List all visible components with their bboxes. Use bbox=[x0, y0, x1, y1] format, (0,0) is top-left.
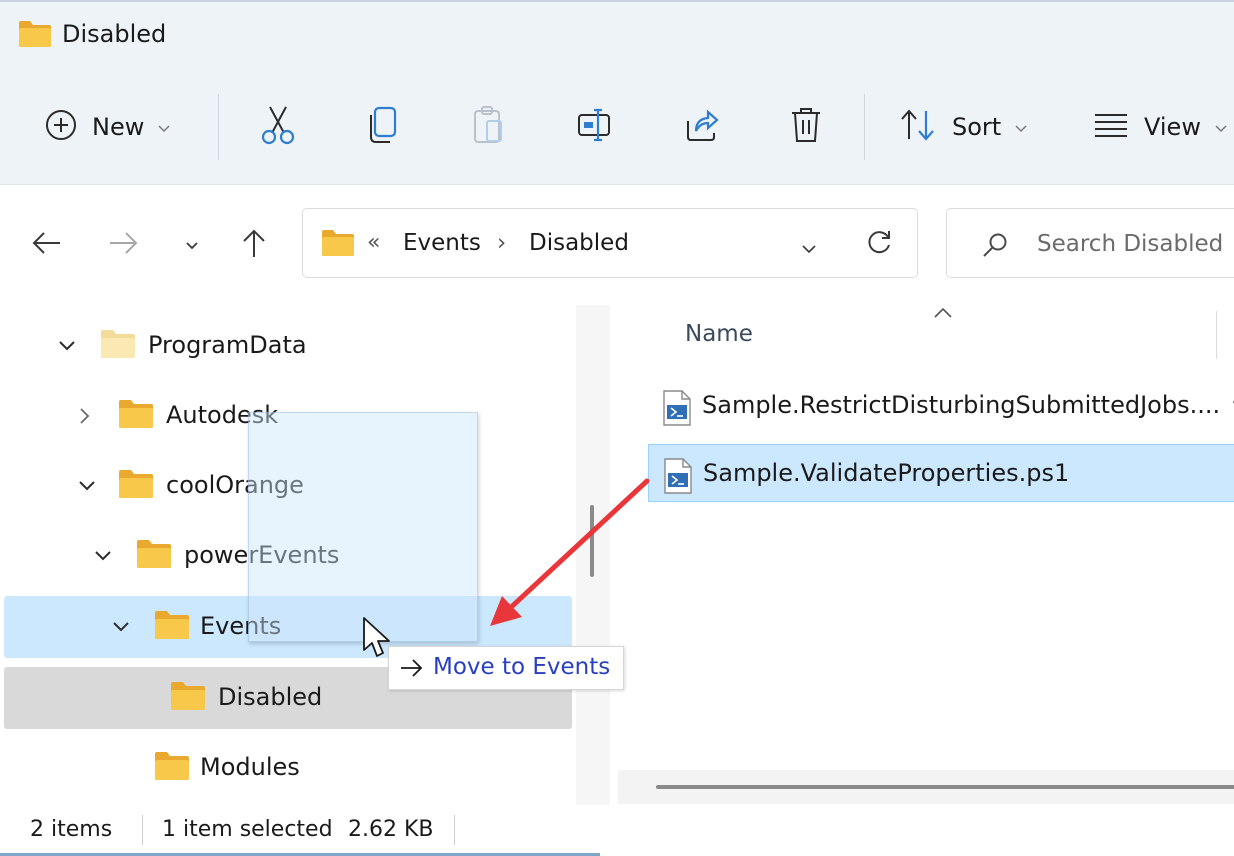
status-selection: 1 item selected bbox=[162, 817, 333, 842]
copy-icon bbox=[366, 105, 400, 149]
tree-item-modules[interactable]: Modules bbox=[4, 737, 572, 799]
status-separator bbox=[454, 815, 455, 845]
powershell-file-icon bbox=[662, 390, 692, 430]
chevron-down-icon[interactable] bbox=[92, 545, 114, 567]
arrow-up-icon bbox=[241, 227, 267, 263]
share-icon bbox=[682, 105, 720, 149]
folder-icon bbox=[136, 539, 172, 573]
view-icon bbox=[1092, 110, 1130, 144]
file-name: Sample.ValidateProperties.ps1 bbox=[703, 459, 1070, 487]
drag-tooltip: Move to Events bbox=[388, 646, 624, 690]
folder-icon bbox=[154, 610, 190, 644]
sort-button[interactable]: Sort bbox=[898, 102, 1027, 152]
search-input[interactable]: Search Disabled bbox=[946, 208, 1234, 278]
arrow-right-icon bbox=[108, 230, 140, 260]
tree-item-label: Modules bbox=[200, 753, 300, 781]
tree-item-label: ProgramData bbox=[148, 331, 307, 359]
cut-button[interactable] bbox=[260, 102, 296, 152]
chevron-down-icon[interactable] bbox=[56, 335, 78, 357]
rename-button[interactable] bbox=[576, 102, 616, 152]
sort-ascending-icon bbox=[932, 305, 954, 324]
delete-button[interactable] bbox=[788, 102, 824, 152]
new-button-label: New bbox=[92, 113, 145, 141]
status-item-count: 2 items bbox=[30, 817, 113, 842]
toolbar-separator bbox=[864, 94, 865, 160]
view-button[interactable]: View bbox=[1092, 102, 1227, 152]
command-bar: New Sort View bbox=[0, 64, 1234, 185]
file-row[interactable]: Sample.RestrictDisturbingSubmittedJobs..… bbox=[648, 377, 1234, 435]
folder-icon bbox=[18, 20, 52, 52]
file-name: Sample.RestrictDisturbingSubmittedJobs..… bbox=[702, 391, 1221, 419]
recent-locations-button[interactable] bbox=[172, 225, 212, 265]
status-bar: 2 items 1 item selected 2.62 KB bbox=[0, 805, 1234, 856]
tree-item-label: Disabled bbox=[218, 683, 323, 711]
arrow-right-icon bbox=[399, 657, 425, 683]
address-history-chevron-icon[interactable] bbox=[801, 239, 817, 258]
title-bar: Disabled bbox=[0, 2, 1234, 64]
drag-preview bbox=[248, 412, 478, 642]
breadcrumb-separator: › bbox=[497, 230, 507, 256]
powershell-file-icon bbox=[663, 458, 693, 498]
search-placeholder: Search Disabled bbox=[1037, 231, 1224, 257]
toolbar-separator bbox=[218, 94, 219, 160]
chevron-down-icon bbox=[1015, 118, 1027, 137]
arrow-left-icon bbox=[30, 230, 62, 260]
tree-item-programdata[interactable]: ProgramData bbox=[4, 315, 572, 377]
folder-icon bbox=[118, 469, 154, 503]
file-row-selected[interactable]: Sample.ValidateProperties.ps1 bbox=[648, 444, 1234, 502]
nav-scrollbar-thumb[interactable] bbox=[590, 505, 594, 577]
folder-icon bbox=[321, 229, 355, 261]
file-list-scrollbar-thumb[interactable] bbox=[656, 785, 1234, 789]
address-row: « Events › Disabled Search Disabled bbox=[0, 185, 1234, 305]
breadcrumb-events[interactable]: Events bbox=[403, 230, 481, 256]
drag-tooltip-text: Move to Events bbox=[433, 654, 611, 680]
chevron-down-icon[interactable] bbox=[76, 475, 98, 497]
plus-circle-icon bbox=[44, 108, 78, 146]
refresh-icon[interactable] bbox=[865, 229, 893, 261]
address-bar[interactable]: « Events › Disabled bbox=[302, 208, 918, 278]
folder-icon bbox=[154, 751, 190, 785]
chevron-right-icon[interactable] bbox=[74, 405, 96, 427]
chevron-down-icon bbox=[1215, 118, 1227, 137]
copy-button[interactable] bbox=[366, 102, 400, 152]
delete-icon bbox=[788, 105, 824, 149]
chevron-down-icon bbox=[185, 236, 199, 255]
search-icon bbox=[981, 231, 1009, 263]
column-header-name[interactable]: Name bbox=[685, 321, 753, 347]
folder-icon bbox=[118, 399, 154, 433]
breadcrumb-overflow[interactable]: « bbox=[367, 230, 380, 255]
up-button[interactable] bbox=[234, 225, 274, 265]
paste-button[interactable] bbox=[472, 102, 506, 152]
chevron-down-icon[interactable] bbox=[110, 616, 132, 638]
cut-icon bbox=[260, 105, 296, 149]
sort-icon bbox=[898, 107, 938, 147]
breadcrumb-disabled[interactable]: Disabled bbox=[529, 230, 629, 256]
view-button-label: View bbox=[1144, 113, 1201, 141]
status-size: 2.62 KB bbox=[348, 817, 434, 842]
column-separator[interactable] bbox=[1216, 311, 1217, 359]
new-button[interactable]: New bbox=[44, 102, 170, 152]
paste-icon bbox=[472, 105, 506, 149]
sort-button-label: Sort bbox=[952, 113, 1002, 141]
rename-icon bbox=[576, 105, 616, 149]
window-title: Disabled bbox=[62, 20, 167, 48]
forward-button[interactable] bbox=[104, 225, 144, 265]
file-list: Name Sample.RestrictDisturbingSubmittedJ… bbox=[612, 305, 1234, 805]
chevron-down-icon bbox=[158, 118, 170, 137]
status-separator bbox=[142, 815, 143, 845]
back-button[interactable] bbox=[26, 225, 66, 265]
folder-icon bbox=[100, 329, 136, 363]
folder-icon bbox=[170, 681, 206, 715]
share-button[interactable] bbox=[682, 102, 720, 152]
